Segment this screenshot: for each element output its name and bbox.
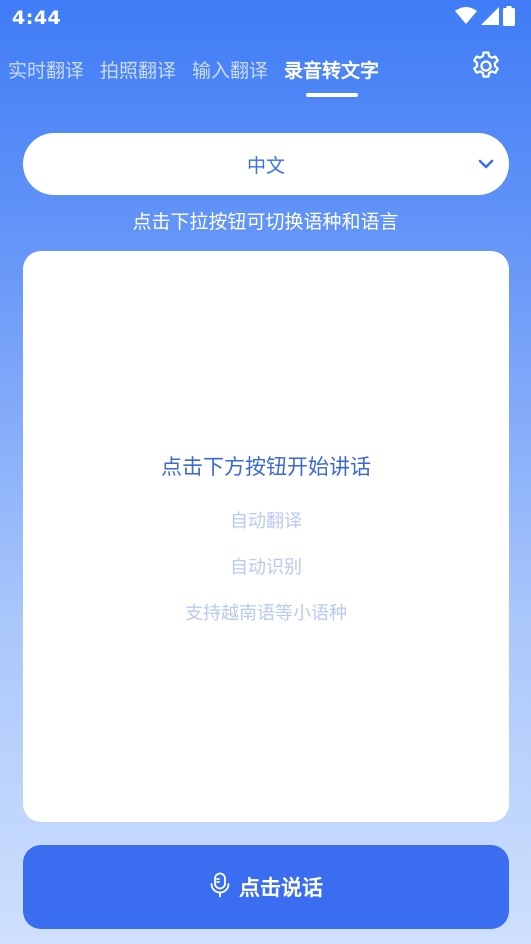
- chevron-down-icon: [477, 155, 495, 173]
- signal-icon: [481, 7, 499, 29]
- language-select[interactable]: 中文: [23, 133, 509, 195]
- wifi-icon: [455, 7, 477, 29]
- tab-realtime-translate[interactable]: 实时翻译: [0, 48, 92, 83]
- microphone-icon: [209, 872, 231, 902]
- transcript-card: 点击下方按钮开始讲话 自动翻译 自动识别 支持越南语等小语种: [23, 251, 509, 822]
- battery-icon: [503, 6, 515, 30]
- settings-button[interactable]: [468, 50, 504, 86]
- tab-recording-to-text[interactable]: 录音转文字: [276, 48, 387, 83]
- gear-icon: [469, 49, 503, 87]
- feature-auto-translate: 自动翻译: [230, 511, 302, 532]
- talk-button[interactable]: 点击说话: [23, 845, 509, 929]
- feature-minor-languages: 支持越南语等小语种: [185, 603, 347, 624]
- language-select-value: 中文: [246, 154, 285, 177]
- mode-tabs: 实时翻译 拍照翻译 输入翻译 录音转文字: [0, 48, 470, 98]
- status-bar: 4:44: [0, 0, 531, 36]
- status-time: 4:44: [12, 7, 62, 29]
- tab-input-translate[interactable]: 输入翻译: [184, 48, 276, 83]
- status-icons: [455, 6, 515, 30]
- talk-button-label: 点击说话: [239, 876, 323, 900]
- feature-auto-recognize: 自动识别: [230, 557, 302, 578]
- tab-photo-translate[interactable]: 拍照翻译: [92, 48, 184, 83]
- card-title: 点击下方按钮开始讲话: [161, 455, 371, 479]
- language-switch-hint: 点击下拉按钮可切换语种和语言: [132, 211, 399, 233]
